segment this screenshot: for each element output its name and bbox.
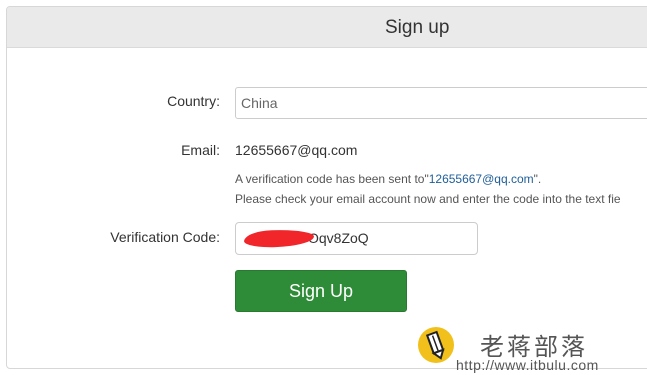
watermark: 老蒋部落 http://www.itbulu.com <box>418 327 647 375</box>
page: Sign up Country: China Email: 12655667@q… <box>0 0 647 375</box>
country-label: Country: <box>167 93 220 109</box>
verification-code-label: Verification Code: <box>110 229 220 245</box>
verification-note-line2: Please check your email account now and … <box>235 192 621 206</box>
email-label: Email: <box>181 142 220 158</box>
verification-note: A verification code has been sent to"126… <box>235 169 621 209</box>
watermark-url: http://www.itbulu.com <box>456 357 599 373</box>
page-title: Sign up <box>385 17 450 38</box>
verification-note-line1: A verification code has been sent to"126… <box>235 169 621 189</box>
sign-up-button[interactable]: Sign Up <box>235 270 407 312</box>
country-field[interactable]: China <box>235 87 647 119</box>
verification-note-suffix: ". <box>533 172 542 186</box>
verification-note-prefix: A verification code has been sent to" <box>235 172 429 186</box>
panel-header: Sign up <box>7 7 647 48</box>
pencil-logo-icon <box>418 327 454 363</box>
verification-note-email: 12655667@qq.com <box>428 172 534 186</box>
email-value: 12655667@qq.com <box>235 142 358 158</box>
